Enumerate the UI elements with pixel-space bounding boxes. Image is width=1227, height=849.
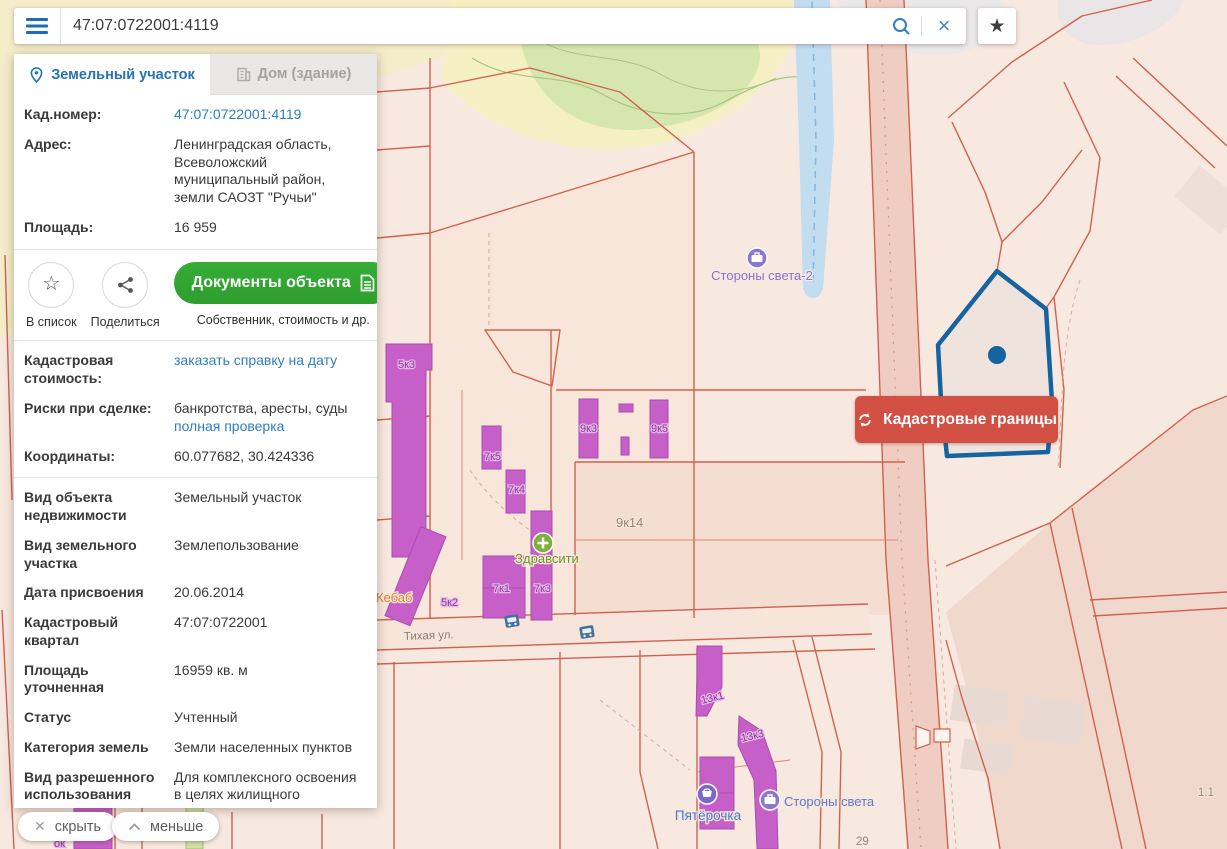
- add-to-list-label: В список: [26, 314, 77, 329]
- parcel-fill-9k14: [575, 462, 900, 615]
- hide-panel-button[interactable]: ✕ скрыть: [18, 812, 118, 841]
- menu-button[interactable]: [14, 8, 61, 44]
- documents-caption: Собственник, стоимость и др.: [196, 312, 370, 327]
- detail-value: Земельный участок: [174, 489, 302, 506]
- poi-label-zdravsiti: Здравсити: [515, 551, 579, 566]
- detail-value: Землепользование: [174, 536, 299, 553]
- building-label: 7к5: [484, 451, 501, 463]
- cad-number-link[interactable]: 47:07:0722001:4119: [174, 106, 301, 122]
- building-label: 9к5: [651, 423, 668, 435]
- address-label: Адрес:: [24, 135, 72, 152]
- detail-value: 47:07:0722001: [174, 614, 268, 631]
- panel-body: Кад.номер: 47:07:0722001:4119 Адрес: Лен…: [14, 95, 377, 808]
- add-to-list-button[interactable]: ☆ В список: [26, 261, 77, 331]
- panel-tabs: Земельный участок Дом (здание): [14, 54, 377, 95]
- section-main: Кад.номер: 47:07:0722001:4119 Адрес: Лен…: [14, 95, 377, 249]
- coordinates-value: 60.077682, 30.424336: [174, 447, 315, 464]
- building-label: 5к3: [398, 359, 415, 371]
- detail-value: 16959 кв. м: [174, 661, 248, 678]
- search-bar: ×: [14, 8, 966, 44]
- tab-label: Земельный участок: [51, 66, 195, 83]
- detail-value: Для комплексного освоения в целях жилищн…: [174, 768, 357, 808]
- full-check-link[interactable]: полная проверка: [174, 418, 284, 434]
- area-label: Площадь:: [24, 218, 94, 235]
- documents-button-label: Документы объекта: [191, 273, 351, 291]
- search-icon: [892, 17, 910, 35]
- collapse-panel-button[interactable]: меньше: [112, 812, 220, 841]
- chevron-up-icon: [128, 822, 141, 830]
- bus-stop-icon: [504, 614, 520, 628]
- address-value: Ленинградская область, Всеволожский муни…: [174, 135, 332, 206]
- deal-risks-value: банкротства, аресты, суды: [174, 400, 348, 416]
- section-actions: ☆ В список Поделиться Документы объекта: [14, 248, 377, 341]
- detail-label: Кадастровый квартал: [24, 614, 119, 648]
- share-label: Поделиться: [90, 314, 160, 329]
- area-value: 16 959: [174, 218, 217, 235]
- detail-label: Статус: [24, 709, 72, 726]
- info-panel: Земельный участок Дом (здание) Кад.номер…: [14, 54, 377, 808]
- detail-value: Земли населенных пунктов: [174, 738, 353, 755]
- street-label: Тихая ул.: [404, 629, 454, 643]
- building-icon: [236, 67, 250, 81]
- cadastral-cost-label: Кадастровая стоимость:: [24, 352, 114, 387]
- search-button[interactable]: [881, 17, 921, 36]
- tab-building[interactable]: Дом (здание): [210, 54, 377, 95]
- object-documents-button[interactable]: Документы объекта: [173, 261, 377, 304]
- hide-panel-label: скрыть: [54, 818, 102, 835]
- cadastral-borders-label: Кадастровые границы: [883, 410, 1057, 428]
- detail-label: Площадь уточненная: [24, 661, 105, 696]
- detail-label: Категория земель: [24, 738, 149, 755]
- detail-label: Вид разрешенного использования: [24, 768, 155, 803]
- refresh-icon: [859, 412, 871, 427]
- parcel-label: 29: [856, 836, 869, 848]
- cad-number-label: Кад.номер:: [24, 106, 102, 122]
- cadastral-borders-button[interactable]: Кадастровые границы: [855, 396, 1058, 443]
- star-icon: ★: [988, 15, 1006, 37]
- building-label: 7к1: [493, 583, 510, 595]
- poi-label-pyaterochka: Пятёрочка: [675, 808, 742, 823]
- section-cost-risks: Кадастровая стоимость: заказать справку …: [14, 340, 377, 477]
- coordinates-label: Координаты:: [24, 447, 116, 464]
- building-label: 9к3: [580, 423, 597, 435]
- tab-land-parcel[interactable]: Земельный участок: [14, 54, 210, 95]
- close-icon: ✕: [34, 818, 46, 834]
- building-label: 5к2: [441, 597, 458, 609]
- selected-parcel-marker: [988, 346, 1006, 364]
- detail-label: Вид земельного участка: [24, 536, 137, 571]
- collapse-panel-label: меньше: [150, 818, 204, 835]
- document-icon: [360, 274, 375, 291]
- building-label: 7к3: [534, 583, 551, 595]
- detail-label: Вид объекта недвижимости: [24, 489, 127, 524]
- parcel-label: 1.1: [1198, 787, 1214, 799]
- poi-label-storony-sveta: Стороны света: [784, 794, 875, 809]
- favorites-button[interactable]: ★: [978, 8, 1016, 44]
- section-details: Вид объекта недвижимости Земельный участо…: [14, 477, 377, 808]
- order-cost-report-link[interactable]: заказать справку на дату: [174, 352, 337, 368]
- hamburger-icon: [26, 18, 48, 34]
- share-icon: [117, 276, 133, 293]
- share-button[interactable]: Поделиться: [90, 261, 160, 331]
- poi-label-kebab: Кебаб: [376, 590, 412, 605]
- building-label: 7к4: [508, 484, 525, 496]
- bus-stop-icon: [579, 625, 595, 639]
- tab-label: Дом (здание): [257, 66, 352, 82]
- search-input[interactable]: [61, 17, 881, 35]
- star-outline-icon: ☆: [42, 272, 61, 295]
- poi-label-storony-sveta-2: Стороны света-2: [711, 268, 813, 283]
- parcel-label: 9к14: [616, 515, 643, 530]
- map-pin-icon: [30, 66, 43, 83]
- detail-value: 20.06.2014: [174, 584, 245, 601]
- close-search-button[interactable]: ×: [922, 8, 966, 44]
- deal-risks-label: Риски при сделке:: [24, 400, 152, 416]
- detail-value: Учтенный: [174, 709, 238, 726]
- detail-label: Дата присвоения: [24, 584, 144, 601]
